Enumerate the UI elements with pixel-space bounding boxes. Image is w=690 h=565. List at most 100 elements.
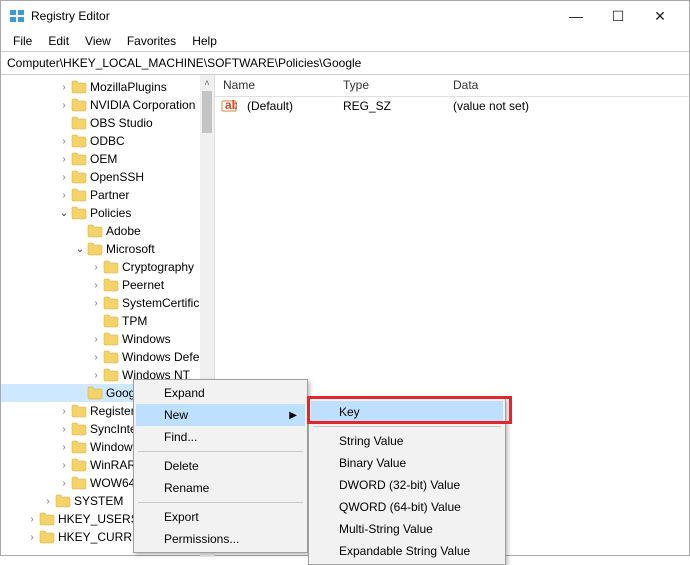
tree-expander[interactable]: › xyxy=(89,298,103,309)
tree-expander[interactable]: › xyxy=(57,442,71,453)
scrollbar-thumb[interactable] xyxy=(202,91,212,133)
tree-label: SystemCertific xyxy=(122,296,199,310)
cm-rename[interactable]: Rename xyxy=(136,477,305,499)
menu-edit[interactable]: Edit xyxy=(40,32,77,50)
tree-item[interactable]: › ODBC xyxy=(1,132,200,150)
tree-label: Adobe xyxy=(106,224,141,238)
folder-icon xyxy=(39,530,55,544)
folder-icon xyxy=(103,332,119,346)
address-bar xyxy=(1,51,689,75)
tree-expander[interactable]: › xyxy=(89,262,103,273)
folder-icon xyxy=(71,152,87,166)
menu-file[interactable]: File xyxy=(5,32,40,50)
menu-favorites[interactable]: Favorites xyxy=(119,32,184,50)
column-name[interactable]: Name xyxy=(215,75,335,96)
tree-label: SYSTEM xyxy=(74,494,123,508)
tree-expander[interactable]: › xyxy=(57,190,71,201)
tree-item[interactable]: TPM xyxy=(1,312,200,330)
tree-item[interactable]: Adobe xyxy=(1,222,200,240)
tree-expander[interactable]: › xyxy=(25,514,39,525)
tree-item[interactable]: ⌄ Microsoft xyxy=(1,240,200,258)
sm-separator xyxy=(313,426,501,427)
tree-expander[interactable]: › xyxy=(41,496,55,507)
tree-item[interactable]: ⌄ Policies xyxy=(1,204,200,222)
tree-label: ODBC xyxy=(90,134,125,148)
tree-expander[interactable]: › xyxy=(89,370,103,381)
address-input[interactable] xyxy=(5,54,685,72)
tree-expander[interactable]: › xyxy=(57,154,71,165)
tree-label: Microsoft xyxy=(106,242,155,256)
folder-icon xyxy=(71,116,87,130)
tree-item[interactable]: ›Partner xyxy=(1,186,200,204)
tree-expander[interactable]: › xyxy=(57,406,71,417)
folder-icon xyxy=(103,296,119,310)
tree-item[interactable]: ›OEM xyxy=(1,150,200,168)
sm-dword[interactable]: DWORD (32-bit) Value xyxy=(311,474,503,496)
sm-qword[interactable]: QWORD (64-bit) Value xyxy=(311,496,503,518)
tree-item[interactable]: ›NVIDIA Corporation xyxy=(1,96,200,114)
sm-key[interactable]: Key xyxy=(311,401,503,423)
tree-label: Windows xyxy=(122,332,171,346)
tree-label: OBS Studio xyxy=(90,116,153,130)
tree-item[interactable]: ›OpenSSH xyxy=(1,168,200,186)
tree-label: TPM xyxy=(122,314,147,328)
tree-item[interactable]: ›Cryptography xyxy=(1,258,200,276)
folder-icon xyxy=(71,188,87,202)
sm-expandable[interactable]: Expandable String Value xyxy=(311,540,503,562)
close-button[interactable]: ✕ xyxy=(639,1,681,31)
value-type: REG_SZ xyxy=(335,99,445,113)
context-menu: Expand New ▶ Find... Delete Rename Expor… xyxy=(133,379,308,553)
menu-view[interactable]: View xyxy=(77,32,119,50)
column-data[interactable]: Data xyxy=(445,75,689,96)
tree-expander[interactable]: › xyxy=(89,334,103,345)
sm-string[interactable]: String Value xyxy=(311,430,503,452)
cm-export[interactable]: Export xyxy=(136,506,305,528)
value-name: (Default) xyxy=(239,99,335,113)
tree-expander[interactable]: › xyxy=(57,460,71,471)
tree-expander[interactable]: › xyxy=(89,352,103,363)
tree-expander[interactable]: › xyxy=(25,532,39,543)
tree-label: HKEY_USERS xyxy=(58,512,139,526)
tree-expander[interactable]: › xyxy=(57,82,71,93)
tree-expander[interactable]: › xyxy=(57,136,71,147)
tree-item[interactable]: ›Windows Defe xyxy=(1,348,200,366)
tree-label: WinRAR xyxy=(90,458,136,472)
tree-expander[interactable]: › xyxy=(57,424,71,435)
maximize-button[interactable]: ☐ xyxy=(597,1,639,31)
tree-expander[interactable]: › xyxy=(57,172,71,183)
scroll-up-arrow[interactable]: ˄ xyxy=(200,75,214,91)
cm-permissions[interactable]: Permissions... xyxy=(136,528,305,550)
cm-new[interactable]: New ▶ xyxy=(136,404,305,426)
folder-icon xyxy=(71,206,87,220)
tree-label: Window xyxy=(90,440,133,454)
tree-item[interactable]: › Windows xyxy=(1,330,200,348)
folder-icon xyxy=(71,134,87,148)
tree-item[interactable]: ›Peernet xyxy=(1,276,200,294)
menu-help[interactable]: Help xyxy=(184,32,225,50)
tree-label: MozillaPlugins xyxy=(90,80,167,94)
cm-separator xyxy=(138,502,303,503)
column-type[interactable]: Type xyxy=(335,75,445,96)
tree-expander[interactable]: › xyxy=(89,280,103,291)
cm-delete[interactable]: Delete xyxy=(136,455,305,477)
folder-icon xyxy=(71,404,87,418)
tree-item[interactable]: OBS Studio xyxy=(1,114,200,132)
folder-icon xyxy=(71,458,87,472)
folder-icon xyxy=(103,368,119,382)
tree-item[interactable]: › MozillaPlugins xyxy=(1,78,200,96)
folder-icon xyxy=(87,242,103,256)
cm-separator xyxy=(138,451,303,452)
tree-item[interactable]: › SystemCertific xyxy=(1,294,200,312)
cm-expand[interactable]: Expand xyxy=(136,382,305,404)
tree-expander[interactable]: ⌄ xyxy=(73,244,87,255)
tree-label: Policies xyxy=(90,206,131,220)
tree-expander[interactable]: › xyxy=(57,100,71,111)
list-row[interactable]: ab (Default) REG_SZ (value not set) xyxy=(215,97,689,115)
sm-multi[interactable]: Multi-String Value xyxy=(311,518,503,540)
tree-expander[interactable]: › xyxy=(57,478,71,489)
folder-icon xyxy=(87,224,103,238)
tree-expander[interactable]: ⌄ xyxy=(57,208,71,219)
cm-find[interactable]: Find... xyxy=(136,426,305,448)
minimize-button[interactable]: — xyxy=(555,1,597,31)
sm-binary[interactable]: Binary Value xyxy=(311,452,503,474)
